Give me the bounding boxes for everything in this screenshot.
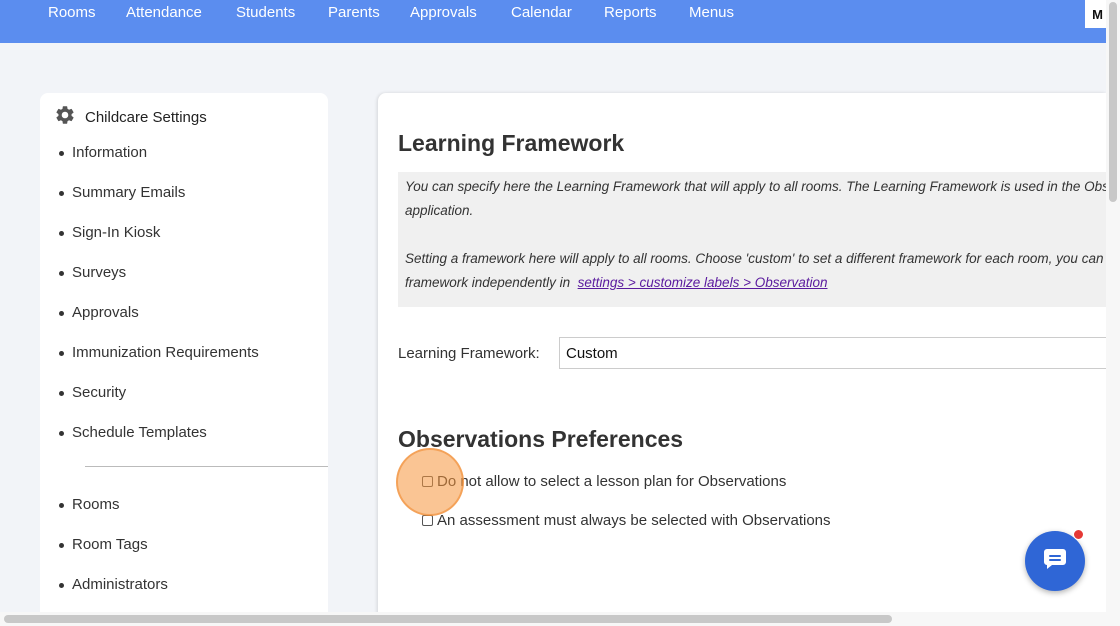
sidebar-item-label: Approvals <box>72 304 139 321</box>
bullet <box>59 431 64 436</box>
bullet <box>59 231 64 236</box>
sidebar-item-administrators[interactable]: Administrators <box>59 576 168 593</box>
nav-approvals[interactable]: Approvals <box>410 4 477 21</box>
sidebar-item-label: Sign-In Kiosk <box>72 224 161 241</box>
nav-students[interactable]: Students <box>236 4 295 21</box>
bullet <box>59 351 64 356</box>
sidebar-item-schedule-templates[interactable]: Schedule Templates <box>59 424 207 441</box>
bullet <box>59 391 64 396</box>
nav-parents[interactable]: Parents <box>328 4 380 21</box>
require-assessment-label: An assessment must always be selected wi… <box>437 512 831 529</box>
sidebar-divider <box>85 466 328 467</box>
gear-icon <box>54 104 76 131</box>
sidebar-item-rooms[interactable]: Rooms <box>59 496 120 513</box>
learning-framework-heading: Learning Framework <box>398 130 625 156</box>
info-text-line: Setting a framework here will apply to a… <box>405 251 1104 266</box>
sidebar-item-label: Immunization Requirements <box>72 344 259 361</box>
vertical-scroll-thumb[interactable] <box>1109 2 1117 202</box>
pref-no-lesson-plan: Do not allow to select a lesson plan for… <box>422 473 786 490</box>
nav-rooms[interactable]: Rooms <box>48 4 96 21</box>
sidebar-item-label: Information <box>72 144 148 161</box>
info-text-line: framework independently in settings > cu… <box>405 271 828 295</box>
sidebar-item-sign-in-kiosk[interactable]: Sign-In Kiosk <box>59 224 161 241</box>
chat-icon <box>1043 548 1067 575</box>
pref-require-assessment: An assessment must always be selected wi… <box>422 512 831 529</box>
customize-labels-link[interactable]: settings > customize labels > Observatio… <box>578 275 828 290</box>
sidebar-item-label: Security <box>72 384 127 401</box>
sidebar-item-label: Room Tags <box>72 536 148 553</box>
vertical-scrollbar[interactable] <box>1106 0 1120 612</box>
nav-menus[interactable]: Menus <box>689 4 734 21</box>
bullet <box>59 271 64 276</box>
sidebar-item-surveys[interactable]: Surveys <box>59 264 127 281</box>
sidebar-item-label: Administrators <box>72 576 168 593</box>
horizontal-scrollbar[interactable] <box>0 612 1120 626</box>
sidebar-item-approvals[interactable]: Approvals <box>59 304 139 321</box>
sidebar-item-summary-emails[interactable]: Summary Emails <box>59 184 186 201</box>
learning-framework-select[interactable]: Custom <box>559 337 1106 369</box>
notification-dot <box>1073 529 1084 540</box>
sidebar-item-label: Rooms <box>72 496 120 513</box>
info-text-line: You can specify here the Learning Framew… <box>405 179 1106 194</box>
framework-info-box: You can specify here the Learning Framew… <box>398 172 1106 307</box>
bullet <box>59 583 64 588</box>
sidebar-title: Childcare Settings <box>85 109 207 126</box>
info-text-line: application. <box>405 203 474 218</box>
main-panel: Learning Framework You can specify here … <box>378 93 1106 623</box>
sidebar-item-immunization-requirements[interactable]: Immunization Requirements <box>59 344 259 361</box>
chat-support-button[interactable] <box>1025 529 1085 591</box>
sidebar-item-label: Summary Emails <box>72 184 186 201</box>
settings-sidebar: Childcare Settings Information Summary E… <box>40 93 328 623</box>
top-navigation: Rooms Attendance Students Parents Approv… <box>0 0 1110 43</box>
sidebar-item-label: Surveys <box>72 264 127 281</box>
horizontal-scroll-thumb[interactable] <box>4 615 892 623</box>
sidebar-item-room-tags[interactable]: Room Tags <box>59 536 148 553</box>
info-text-prefix: framework independently in <box>405 275 571 290</box>
no-lesson-plan-checkbox[interactable] <box>422 476 433 487</box>
no-lesson-plan-label: Do not allow to select a lesson plan for… <box>437 473 787 490</box>
bullet <box>59 151 64 156</box>
sidebar-header: Childcare Settings <box>54 104 207 131</box>
nav-attendance[interactable]: Attendance <box>126 4 202 21</box>
nav-calendar[interactable]: Calendar <box>511 4 572 21</box>
sidebar-item-security[interactable]: Security <box>59 384 127 401</box>
bullet <box>59 543 64 548</box>
sidebar-item-label: Schedule Templates <box>72 424 207 441</box>
require-assessment-checkbox[interactable] <box>422 515 433 526</box>
sidebar-item-information[interactable]: Information <box>59 144 148 161</box>
nav-reports[interactable]: Reports <box>604 4 657 21</box>
observations-preferences-heading: Observations Preferences <box>398 426 684 452</box>
learning-framework-label: Learning Framework: <box>398 345 540 362</box>
bullet <box>59 311 64 316</box>
bullet <box>59 503 64 508</box>
bullet <box>59 191 64 196</box>
